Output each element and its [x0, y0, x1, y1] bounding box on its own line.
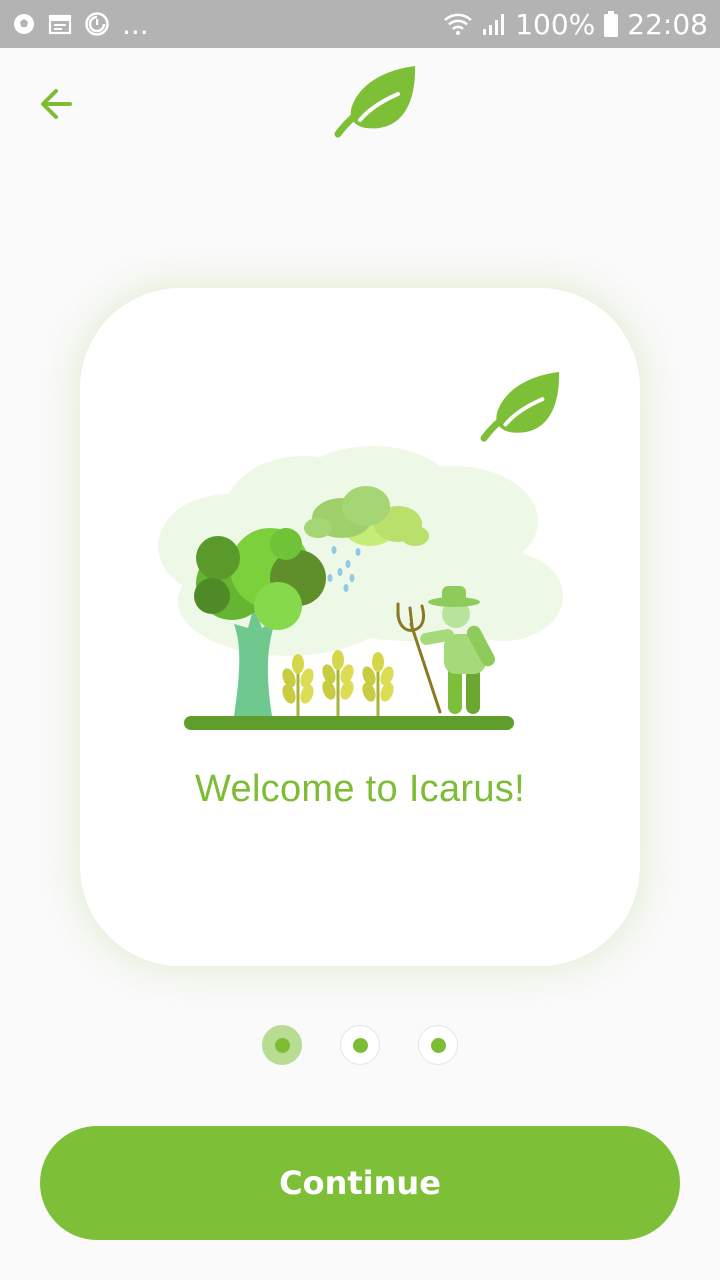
- continue-button[interactable]: Continue: [40, 1126, 680, 1240]
- welcome-title: Welcome to Icarus!: [195, 768, 525, 810]
- clock: 22:08: [627, 7, 708, 41]
- page-dot-marker: [274, 1037, 290, 1053]
- calendar-icon: [48, 12, 72, 36]
- system-icons: 100% 22:08: [443, 8, 708, 41]
- sync-icon: [84, 11, 110, 37]
- status-bar: ... 100% 22:08: [0, 0, 720, 48]
- signal-icon: [481, 11, 507, 37]
- page-dot-3[interactable]: [418, 1025, 458, 1065]
- page-dot-1[interactable]: [262, 1025, 302, 1065]
- page-indicator: [0, 1025, 720, 1067]
- more-notifications-icon: ...: [122, 7, 149, 41]
- wifi-icon: [443, 11, 473, 37]
- leaf-icon: [480, 371, 560, 442]
- page-dot-marker: [430, 1037, 446, 1053]
- app-header: [0, 48, 720, 160]
- back-button[interactable]: [28, 76, 84, 132]
- page-dot-2[interactable]: [340, 1025, 380, 1065]
- notification-icons: ...: [12, 8, 149, 41]
- farmer-tree-rain-illustration: [158, 446, 563, 730]
- battery-icon: [603, 10, 619, 38]
- leaf-icon: [334, 66, 416, 138]
- arrow-left-icon: [41, 89, 72, 119]
- welcome-card: Welcome to Icarus!: [80, 288, 640, 966]
- battery-percentage: 100%: [515, 7, 596, 41]
- soccer-ball-icon: [12, 12, 36, 36]
- page-dot-marker: [352, 1037, 368, 1053]
